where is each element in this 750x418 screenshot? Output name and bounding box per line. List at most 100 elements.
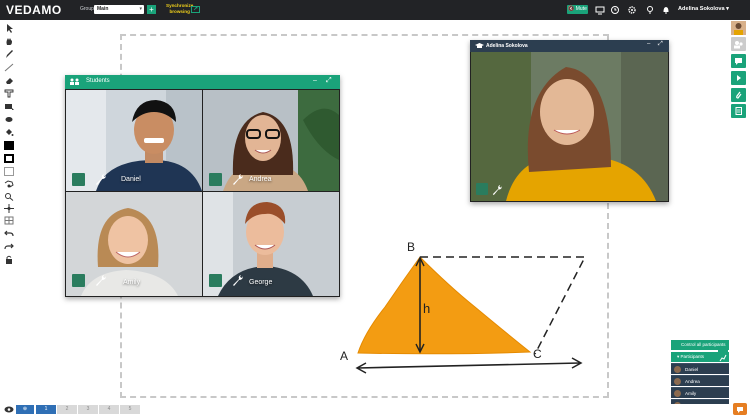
lock-icon[interactable] [4, 255, 14, 264]
zoom-icon[interactable] [4, 192, 14, 201]
sync-share-icon[interactable] [191, 5, 200, 13]
teacher-avatar [731, 21, 746, 35]
grid-icon[interactable] [4, 216, 14, 225]
chat-button[interactable] [731, 54, 746, 68]
sync-label-line1: Synchronize [166, 3, 194, 8]
student-name-label: Amily [123, 279, 141, 286]
avatar [674, 390, 681, 397]
fill-bucket-icon[interactable] [4, 128, 14, 137]
wrench-settings-icon[interactable] [491, 183, 503, 196]
teacher-panel-title: Adelina Sokolova [486, 43, 528, 49]
stroke-color-swatch[interactable] [4, 141, 14, 150]
control-all-label: Control all participants [681, 342, 726, 347]
triangle-drawing[interactable]: A B C h [330, 232, 600, 382]
participant-row[interactable]: Daniel [671, 363, 729, 374]
avatar [674, 378, 681, 385]
paperclip-icon [736, 91, 742, 99]
student-video-tile[interactable]: Amily [66, 192, 202, 296]
teacher-video-tile[interactable] [471, 52, 668, 201]
notes-button[interactable] [731, 104, 746, 118]
student-video-tile[interactable]: George [203, 192, 339, 296]
undo-icon[interactable] [4, 229, 14, 238]
line-icon[interactable] [4, 63, 14, 72]
microphone-icon[interactable] [72, 274, 85, 287]
teacher-video-frame [471, 52, 668, 201]
teacher-avatar-button[interactable] [731, 21, 746, 35]
add-group-button[interactable]: + [147, 5, 156, 14]
top-bar: VEDAMO Group: Main ▾ + Synchronize brows… [0, 0, 750, 20]
triangle-shape [357, 256, 532, 355]
user-menu[interactable]: Adelina Sokolova ▾ [678, 6, 729, 12]
lasso-select-icon[interactable] [4, 180, 14, 189]
play-video-button[interactable] [731, 71, 746, 85]
chat-bubble-button[interactable] [733, 403, 747, 415]
text-tool-icon[interactable] [4, 89, 14, 98]
group-label: Group: [80, 6, 96, 12]
students-group-icon [70, 78, 79, 85]
app-logo: VEDAMO [6, 3, 62, 17]
wrench-settings-icon[interactable] [231, 173, 244, 186]
wrench-settings-icon[interactable] [94, 274, 107, 287]
minimize-icon[interactable]: – [647, 41, 650, 47]
page-tab[interactable]: 5 [120, 405, 140, 414]
wrench-settings-icon[interactable] [94, 173, 107, 186]
page-tab[interactable]: 3 [78, 405, 98, 414]
control-all-participants-button[interactable]: Control all participants [671, 340, 729, 350]
vertex-label-a: A [340, 349, 348, 363]
teacher-video-panel[interactable]: Adelina Sokolova – ⤢ [470, 40, 669, 202]
wrench-settings-icon[interactable] [231, 274, 244, 287]
student-video-tile[interactable]: Andrea [203, 90, 339, 191]
monitor-icon[interactable] [595, 5, 605, 15]
page-tab[interactable]: 4 [99, 405, 119, 414]
mute-label: Mute [575, 6, 587, 12]
sync-label-line2: browsing [169, 8, 190, 14]
participants-toggle-button[interactable] [731, 37, 746, 51]
redo-icon[interactable] [4, 242, 14, 251]
notes-icon [735, 107, 742, 115]
add-page-button[interactable]: ⊕ [16, 405, 34, 414]
student-video-tile[interactable]: Daniel [66, 90, 202, 191]
pen-icon[interactable] [4, 50, 14, 59]
expand-icon[interactable]: ⤢ [658, 41, 663, 48]
move-icon[interactable] [4, 204, 14, 213]
eye-icon[interactable] [4, 405, 14, 414]
microphone-icon[interactable] [209, 274, 222, 287]
group-select[interactable]: Main ▾ [94, 5, 144, 14]
vertex-label-c: C [533, 347, 542, 361]
student-name-label: Daniel [121, 176, 141, 183]
participant-name: Daniel [685, 367, 699, 372]
select-pointer-icon[interactable] [4, 24, 14, 33]
participant-row[interactable]: Andrea [671, 375, 729, 386]
synchronize-browsing-button[interactable]: Synchronize browsing [166, 3, 193, 14]
left-toolbar [0, 20, 18, 400]
microphone-icon[interactable] [72, 173, 85, 186]
expand-icon[interactable]: ⤢ [326, 77, 332, 85]
students-panel-header[interactable]: Students – ⤢ [65, 75, 340, 89]
hand-pan-icon[interactable] [4, 37, 14, 46]
participants-chart-button[interactable] [718, 350, 728, 362]
fill-color-swatch[interactable] [4, 154, 14, 163]
page-tab[interactable]: 1 [36, 405, 56, 414]
rectangle-tool-icon[interactable] [4, 102, 14, 111]
microphone-icon[interactable] [476, 183, 488, 195]
page-tab[interactable]: 2 [57, 405, 77, 414]
participant-row[interactable]: Amily [671, 387, 729, 398]
mute-button[interactable]: 🔇 Mute [567, 5, 588, 14]
teacher-panel-header[interactable]: Adelina Sokolova – ⤢ [470, 40, 669, 52]
attachments-button[interactable] [731, 88, 746, 102]
webcam-icon[interactable] [645, 5, 655, 15]
eraser-icon[interactable] [4, 76, 14, 85]
chart-icon [719, 354, 727, 362]
settings-icon[interactable] [627, 5, 637, 15]
minimize-icon[interactable]: – [313, 77, 317, 84]
student-name-label: Andrea [249, 176, 272, 183]
clock-icon[interactable] [610, 5, 620, 15]
height-label-h: h [423, 301, 430, 316]
ellipse-tool-icon[interactable] [4, 115, 14, 124]
participant-name: Amily [685, 391, 697, 396]
notification-bell-icon[interactable] [661, 5, 671, 15]
line-width-selector[interactable] [4, 167, 14, 176]
students-video-panel[interactable]: Students – ⤢ Daniel Andrea Amily George [65, 75, 340, 297]
participant-name: Andrea [685, 379, 700, 384]
microphone-icon[interactable] [209, 173, 222, 186]
